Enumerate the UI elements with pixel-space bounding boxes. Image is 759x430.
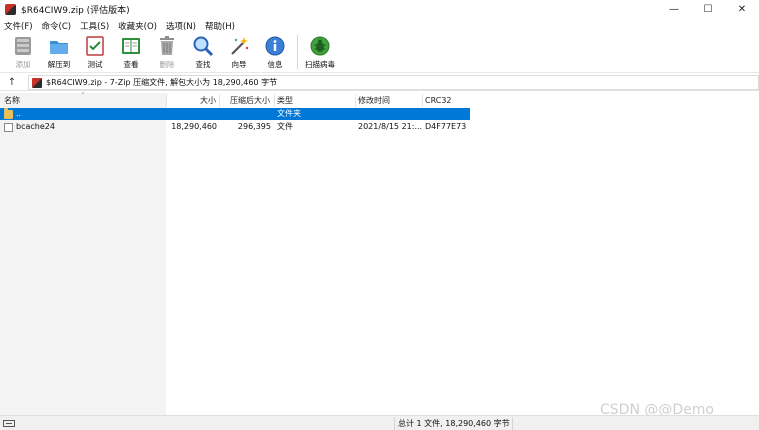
- toolbar: 添加 解压到 测试 查看 删除 查找 向导 信息 扫描病毒: [0, 33, 759, 73]
- column-header-crc[interactable]: CRC32: [422, 94, 470, 107]
- name-column-background: [0, 93, 166, 415]
- info-label: 信息: [267, 60, 283, 69]
- sort-caret-icon: ˅: [81, 92, 85, 100]
- view-book-icon: [120, 35, 142, 57]
- view-label: 查看: [123, 60, 139, 69]
- status-bar: 总计 1 文件, 18,290,460 字节: [0, 415, 759, 430]
- menu-help[interactable]: 帮助(H): [205, 20, 235, 32]
- title-bar: $R64CIW9.zip (评估版本) — ☐ ✕: [0, 0, 759, 19]
- cell-name: bcache24: [16, 122, 55, 131]
- cell-modified: [358, 108, 420, 120]
- extract-to-button[interactable]: 解压到: [41, 33, 77, 71]
- status-divider: [512, 417, 513, 430]
- column-header-packed[interactable]: 压缩后大小: [219, 94, 272, 107]
- test-icon: [84, 35, 106, 57]
- folder-icon: [4, 108, 13, 119]
- column-header-row: 名称 ˅ 大小 压缩后大小 类型 修改时间 CRC32: [0, 92, 470, 107]
- add-label: 添加: [15, 60, 31, 69]
- info-button[interactable]: 信息: [257, 33, 293, 71]
- column-header-size[interactable]: 大小: [166, 94, 219, 107]
- drive-icon[interactable]: [3, 419, 15, 427]
- cell-type: 文件: [277, 122, 293, 131]
- table-row-parent[interactable]: .. 文件夹: [0, 108, 470, 120]
- column-header-modified[interactable]: 修改时间: [355, 94, 421, 107]
- cell-packed: [219, 108, 271, 120]
- status-divider: [394, 417, 395, 430]
- file-list: 名称 ˅ 大小 压缩后大小 类型 修改时间 CRC32 .. 文件夹 bcach…: [0, 92, 759, 415]
- maximize-button[interactable]: ☐: [691, 0, 725, 19]
- address-bar: ↑ $R64CIW9.zip - 7-Zip 压缩文件, 解包大小为 18,29…: [0, 74, 759, 91]
- toolbar-separator: [297, 35, 298, 69]
- cell-packed: 296,395: [237, 122, 271, 131]
- find-magnifier-icon: [192, 35, 214, 57]
- archive-icon: [32, 77, 42, 88]
- cell-name: ..: [16, 109, 22, 118]
- menu-tools[interactable]: 工具(S): [80, 20, 109, 32]
- test-label: 测试: [87, 60, 103, 69]
- menu-favorites[interactable]: 收藏夹(O): [118, 20, 157, 32]
- menu-file[interactable]: 文件(F): [4, 20, 33, 32]
- status-summary: 总计 1 文件, 18,290,460 字节: [398, 419, 510, 428]
- cell-crc: D4F77E73: [425, 122, 467, 131]
- minimize-button[interactable]: —: [657, 0, 691, 19]
- wizard-label: 向导: [231, 60, 247, 69]
- virus-scan-label: 扫描病毒: [305, 60, 335, 69]
- close-button[interactable]: ✕: [725, 0, 759, 19]
- delete-button[interactable]: 删除: [149, 33, 185, 71]
- add-button[interactable]: 添加: [5, 33, 41, 71]
- winrar-app-icon: [5, 4, 16, 15]
- cell-size: 18,290,460: [171, 122, 217, 131]
- cell-type: 文件夹: [277, 109, 301, 118]
- cell-size: [166, 108, 217, 120]
- add-icon: [12, 35, 34, 57]
- virus-scan-button[interactable]: 扫描病毒: [302, 33, 338, 71]
- window-title: $R64CIW9.zip (评估版本): [21, 6, 130, 16]
- address-field[interactable]: $R64CIW9.zip - 7-Zip 压缩文件, 解包大小为 18,290,…: [28, 75, 759, 90]
- table-row-file[interactable]: bcache24 18,290,460 296,395 文件 2021/8/15…: [0, 121, 470, 133]
- test-button[interactable]: 测试: [77, 33, 113, 71]
- up-arrow-icon[interactable]: ↑: [3, 74, 21, 91]
- cell-modified: 2021/8/15 21:...: [358, 122, 422, 131]
- file-icon: [4, 123, 13, 132]
- find-button[interactable]: 查找: [185, 33, 221, 71]
- find-label: 查找: [195, 60, 211, 69]
- delete-label: 删除: [159, 60, 175, 69]
- cell-crc: [425, 108, 469, 120]
- address-path: $R64CIW9.zip - 7-Zip 压缩文件, 解包大小为 18,290,…: [46, 78, 278, 87]
- menu-commands[interactable]: 命令(C): [42, 20, 72, 32]
- extract-to-label: 解压到: [47, 60, 71, 69]
- wizard-button[interactable]: 向导: [221, 33, 257, 71]
- info-icon: [264, 35, 286, 57]
- delete-trash-icon: [156, 35, 178, 57]
- menu-bar: 文件(F) 命令(C) 工具(S) 收藏夹(O) 选项(N) 帮助(H): [0, 19, 759, 33]
- wizard-wand-icon: [228, 35, 250, 57]
- extract-folder-icon: [48, 35, 70, 57]
- view-button[interactable]: 查看: [113, 33, 149, 71]
- virus-scan-icon: [309, 35, 331, 57]
- menu-options[interactable]: 选项(N): [166, 20, 196, 32]
- column-header-type[interactable]: 类型: [274, 94, 354, 107]
- window-controls: — ☐ ✕: [657, 0, 759, 19]
